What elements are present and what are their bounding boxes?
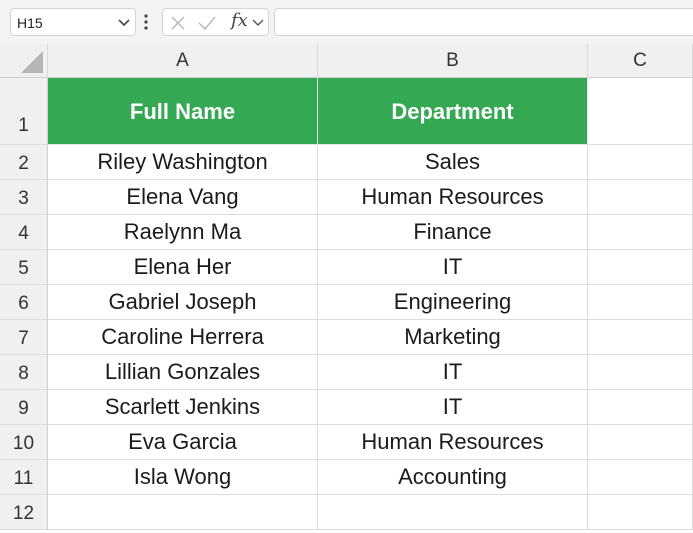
cell-a9[interactable]: Scarlett Jenkins: [48, 390, 318, 425]
formula-actions: fx: [162, 8, 269, 36]
cell-c9[interactable]: [588, 390, 693, 425]
cell-c10[interactable]: [588, 425, 693, 460]
name-box[interactable]: H15: [10, 8, 136, 36]
cell-b4[interactable]: Finance: [318, 215, 588, 250]
cell-c12[interactable]: [588, 495, 693, 530]
cell-b10[interactable]: Human Resources: [318, 425, 588, 460]
row-header-5[interactable]: 5: [0, 250, 48, 285]
cell-c1[interactable]: [588, 78, 693, 145]
spreadsheet-grid: A B C 1 2 3 4 5 6 7 8 9 10 11 12 Full Na…: [0, 44, 693, 530]
row-header-9[interactable]: 9: [0, 390, 48, 425]
cell-c2[interactable]: [588, 145, 693, 180]
cell-a7[interactable]: Caroline Herrera: [48, 320, 318, 355]
row-header-2[interactable]: 2: [0, 145, 48, 180]
enter-check-icon[interactable]: [197, 14, 217, 32]
cell-c7[interactable]: [588, 320, 693, 355]
cell-b5[interactable]: IT: [318, 250, 588, 285]
cell-a3[interactable]: Elena Vang: [48, 180, 318, 215]
row-header-4[interactable]: 4: [0, 215, 48, 250]
row-header-6[interactable]: 6: [0, 285, 48, 320]
cell-c6[interactable]: [588, 285, 693, 320]
cell-b11[interactable]: Accounting: [318, 460, 588, 495]
column-header-c[interactable]: C: [588, 44, 693, 78]
cell-a8[interactable]: Lillian Gonzales: [48, 355, 318, 390]
more-options-icon[interactable]: [143, 13, 149, 31]
formula-input[interactable]: [274, 8, 693, 36]
row-header-7[interactable]: 7: [0, 320, 48, 355]
cell-a12[interactable]: [48, 495, 318, 530]
cell-a6[interactable]: Gabriel Joseph: [48, 285, 318, 320]
cell-a4[interactable]: Raelynn Ma: [48, 215, 318, 250]
row-header-3[interactable]: 3: [0, 180, 48, 215]
cell-b1-header[interactable]: Department: [318, 78, 588, 145]
cancel-icon[interactable]: [169, 14, 187, 32]
cell-c11[interactable]: [588, 460, 693, 495]
formula-bar: H15 fx: [0, 0, 693, 44]
cell-a11[interactable]: Isla Wong: [48, 460, 318, 495]
cell-b2[interactable]: Sales: [318, 145, 588, 180]
chevron-down-icon[interactable]: [252, 18, 264, 28]
cell-b8[interactable]: IT: [318, 355, 588, 390]
row-header-12[interactable]: 12: [0, 495, 48, 530]
cell-b3[interactable]: Human Resources: [318, 180, 588, 215]
cell-a5[interactable]: Elena Her: [48, 250, 318, 285]
cell-b9[interactable]: IT: [318, 390, 588, 425]
cell-a10[interactable]: Eva Garcia: [48, 425, 318, 460]
column-header-a[interactable]: A: [48, 44, 318, 78]
row-header-11[interactable]: 11: [0, 460, 48, 495]
select-all-icon: [21, 51, 43, 73]
insert-function-icon[interactable]: fx: [231, 10, 248, 31]
cell-b6[interactable]: Engineering: [318, 285, 588, 320]
cell-c3[interactable]: [588, 180, 693, 215]
chevron-down-icon[interactable]: [117, 18, 131, 28]
cell-a1-header[interactable]: Full Name: [48, 78, 318, 145]
name-box-value: H15: [17, 15, 43, 31]
select-all-corner[interactable]: [0, 44, 48, 78]
cell-c4[interactable]: [588, 215, 693, 250]
row-header-1[interactable]: 1: [0, 78, 48, 145]
cell-a2[interactable]: Riley Washington: [48, 145, 318, 180]
cell-c5[interactable]: [588, 250, 693, 285]
row-header-8[interactable]: 8: [0, 355, 48, 390]
row-header-10[interactable]: 10: [0, 425, 48, 460]
column-header-b[interactable]: B: [318, 44, 588, 78]
cell-c8[interactable]: [588, 355, 693, 390]
cell-b7[interactable]: Marketing: [318, 320, 588, 355]
cell-b12[interactable]: [318, 495, 588, 530]
